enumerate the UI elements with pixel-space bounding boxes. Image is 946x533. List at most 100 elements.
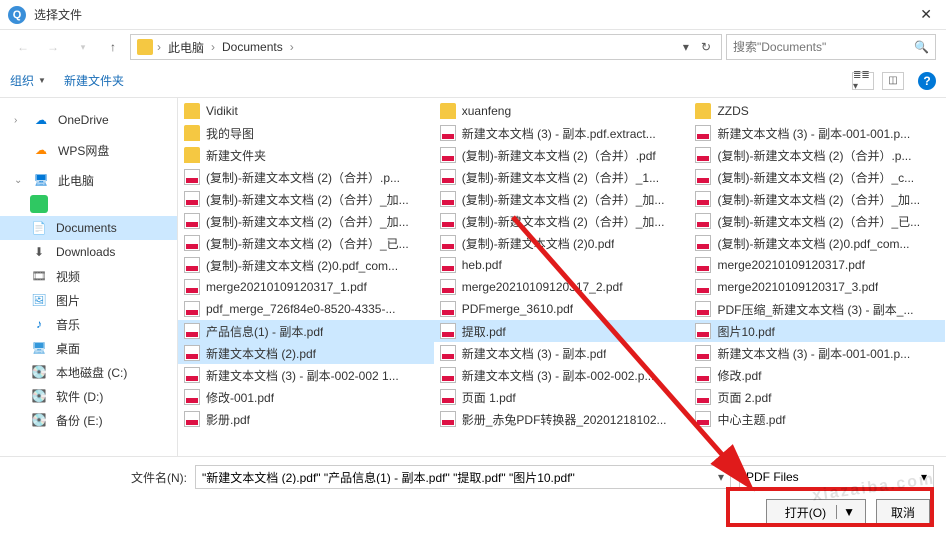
search-input[interactable]: [733, 40, 914, 54]
file-item[interactable]: (复制)-新建文本文档 (2)（合并）.p...: [689, 144, 945, 166]
view-mode-button[interactable]: ≣≣ ▾: [852, 72, 874, 90]
pdf-icon: [440, 147, 456, 163]
file-item[interactable]: PDF压缩_新建文本文档 (3) - 副本_...: [689, 298, 945, 320]
sidebar-item-desktop[interactable]: 🖥桌面: [0, 336, 177, 360]
sidebar-item-onedrive[interactable]: ›☁OneDrive: [0, 108, 177, 132]
file-item[interactable]: (复制)-新建文本文档 (2)0.pdf_com...: [689, 232, 945, 254]
sidebar-item-video[interactable]: 🎞视频: [0, 264, 177, 288]
file-item[interactable]: (复制)-新建文本文档 (2)（合并）_c...: [689, 166, 945, 188]
pdf-icon: [695, 301, 711, 317]
file-item[interactable]: (复制)-新建文本文档 (2)0.pdf_com...: [178, 254, 434, 276]
file-item[interactable]: 新建文件夹: [178, 144, 434, 166]
sidebar-item-wechat[interactable]: [0, 192, 177, 216]
title-bar: Q 选择文件 ✕: [0, 0, 946, 30]
file-item[interactable]: 图片10.pdf: [689, 320, 945, 342]
file-item[interactable]: merge20210109120317.pdf: [689, 254, 945, 276]
file-item[interactable]: 修改-001.pdf: [178, 386, 434, 408]
filetype-filter[interactable]: PDF Files ▾: [739, 465, 934, 489]
file-item[interactable]: 我的导图: [178, 122, 434, 144]
filename-combo[interactable]: ▾: [195, 465, 731, 489]
file-item[interactable]: 新建文本文档 (2).pdf: [178, 342, 434, 364]
file-item[interactable]: pdf_merge_726f84e0-8520-4335-...: [178, 298, 434, 320]
sidebar-item-label: 图片: [56, 292, 80, 309]
file-item[interactable]: (复制)-新建文本文档 (2)（合并）_加...: [178, 210, 434, 232]
file-item[interactable]: merge20210109120317_1.pdf: [178, 276, 434, 298]
file-item[interactable]: ZZDS: [689, 100, 945, 122]
open-button[interactable]: 打开(O)▼: [766, 499, 866, 525]
file-item[interactable]: (复制)-新建文本文档 (2)（合并）_加...: [178, 188, 434, 210]
refresh-icon[interactable]: ↻: [697, 40, 715, 54]
organize-menu[interactable]: 组织▼: [10, 72, 46, 89]
file-name: (复制)-新建文本文档 (2)（合并）.pdf: [462, 147, 656, 164]
file-item[interactable]: 新建文本文档 (3) - 副本-002-002 1...: [178, 364, 434, 386]
file-item[interactable]: 影册.pdf: [178, 408, 434, 430]
sidebar-item-music[interactable]: ♪音乐: [0, 312, 177, 336]
file-name: (复制)-新建文本文档 (2)0.pdf: [462, 235, 615, 252]
sidebar-item-label: Downloads: [56, 245, 115, 259]
file-item[interactable]: heb.pdf: [434, 254, 690, 276]
open-dropdown-icon[interactable]: ▼: [836, 505, 855, 519]
nav-up-button[interactable]: ↑: [100, 34, 126, 60]
sidebar-item-downloads[interactable]: ⬇Downloads: [0, 240, 177, 264]
sidebar-item-label: 桌面: [56, 340, 80, 357]
file-item[interactable]: PDFmerge_3610.pdf: [434, 298, 690, 320]
pdf-icon: [695, 191, 711, 207]
search-box[interactable]: 🔍: [726, 34, 936, 60]
file-item[interactable]: merge20210109120317_3.pdf: [689, 276, 945, 298]
nav-forward-button[interactable]: →: [40, 34, 66, 60]
sidebar-item-disk-c[interactable]: 💽本地磁盘 (C:): [0, 360, 177, 384]
close-button[interactable]: ✕: [914, 6, 938, 23]
file-item[interactable]: 页面 2.pdf: [689, 386, 945, 408]
file-item[interactable]: 新建文本文档 (3) - 副本-001-001.p...: [689, 342, 945, 364]
file-item[interactable]: 提取.pdf: [434, 320, 690, 342]
file-item[interactable]: 新建文本文档 (3) - 副本-001-001.p...: [689, 122, 945, 144]
file-item[interactable]: Vidikit: [178, 100, 434, 122]
breadcrumb-segment[interactable]: Documents: [219, 40, 286, 54]
file-name: merge20210109120317.pdf: [717, 258, 864, 272]
sidebar-item-pictures[interactable]: 🖼图片: [0, 288, 177, 312]
sidebar-item-disk-e[interactable]: 💽备份 (E:): [0, 408, 177, 432]
file-item[interactable]: (复制)-新建文本文档 (2)（合并）_加...: [434, 188, 690, 210]
file-name: merge20210109120317_3.pdf: [717, 280, 878, 294]
file-item[interactable]: (复制)-新建文本文档 (2)（合并）_已...: [178, 232, 434, 254]
nav-back-button[interactable]: ←: [10, 34, 36, 60]
file-item[interactable]: 页面 1.pdf: [434, 386, 690, 408]
file-item[interactable]: (复制)-新建文本文档 (2)0.pdf: [434, 232, 690, 254]
pdf-icon: [184, 323, 200, 339]
sidebar-item-pc[interactable]: ⌄🖥此电脑: [0, 168, 177, 192]
file-item[interactable]: xuanfeng: [434, 100, 690, 122]
help-icon[interactable]: ?: [918, 72, 936, 90]
file-item[interactable]: 产品信息(1) - 副本.pdf: [178, 320, 434, 342]
chevron-down-icon[interactable]: ▾: [712, 470, 724, 484]
wps-icon: ☁: [32, 142, 50, 158]
file-item[interactable]: merge20210109120317_2.pdf: [434, 276, 690, 298]
file-item[interactable]: 中心主题.pdf: [689, 408, 945, 430]
filename-input[interactable]: [202, 470, 712, 484]
new-folder-button[interactable]: 新建文件夹: [64, 72, 124, 89]
file-item[interactable]: 新建文本文档 (3) - 副本-002-002.p...: [434, 364, 690, 386]
file-item[interactable]: 新建文本文档 (3) - 副本.pdf.extract...: [434, 122, 690, 144]
breadcrumb-segment[interactable]: 此电脑: [165, 39, 207, 56]
file-item[interactable]: (复制)-新建文本文档 (2)（合并）.p...: [178, 166, 434, 188]
file-item[interactable]: (复制)-新建文本文档 (2)（合并）_加...: [434, 210, 690, 232]
nav-recent-dropdown[interactable]: ▾: [70, 34, 96, 60]
preview-pane-button[interactable]: ◫: [882, 72, 904, 90]
cancel-button[interactable]: 取消: [876, 499, 930, 525]
file-item[interactable]: (复制)-新建文本文档 (2)（合并）_1...: [434, 166, 690, 188]
file-item[interactable]: 修改.pdf: [689, 364, 945, 386]
file-item[interactable]: 新建文本文档 (3) - 副本.pdf: [434, 342, 690, 364]
search-icon[interactable]: 🔍: [914, 40, 929, 54]
file-item[interactable]: (复制)-新建文本文档 (2)（合并）_已...: [689, 210, 945, 232]
pdf-icon: [440, 345, 456, 361]
pdf-icon: [440, 411, 456, 427]
music-icon: ♪: [30, 316, 48, 332]
address-bar[interactable]: › 此电脑 › Documents › ▾ ↻: [130, 34, 722, 60]
file-name: (复制)-新建文本文档 (2)（合并）.p...: [717, 147, 911, 164]
address-dropdown-icon[interactable]: ▾: [679, 40, 693, 54]
sidebar-item-disk-d[interactable]: 💽软件 (D:): [0, 384, 177, 408]
file-item[interactable]: 影册_赤兔PDF转换器_20201218102...: [434, 408, 690, 430]
file-item[interactable]: (复制)-新建文本文档 (2)（合并）.pdf: [434, 144, 690, 166]
sidebar-item-wps[interactable]: ☁WPS网盘: [0, 138, 177, 162]
sidebar-item-documents[interactable]: 📄Documents: [0, 216, 177, 240]
file-item[interactable]: (复制)-新建文本文档 (2)（合并）_加...: [689, 188, 945, 210]
